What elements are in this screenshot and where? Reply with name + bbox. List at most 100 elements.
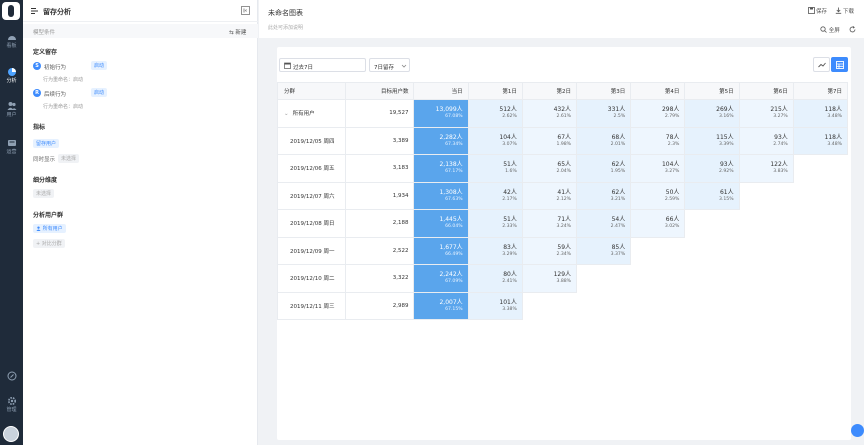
header-day6[interactable]: 第6日	[738, 82, 794, 100]
retention-cell[interactable]: 71人 3.24%	[521, 209, 578, 238]
chart-title[interactable]: 未命名图表	[268, 8, 303, 18]
header-day1[interactable]: 第1日	[467, 82, 523, 100]
chart-description[interactable]: 此处可添加说明	[268, 24, 303, 31]
compare-select[interactable]: 未选择	[58, 154, 80, 163]
retention-count: 1,677人	[439, 243, 463, 251]
retention-cell[interactable]: 1,308人 67.63%	[413, 181, 469, 210]
retention-cell[interactable]: 2,138人 67.17%	[413, 154, 469, 183]
header-target-users[interactable]: 目标用户数	[345, 82, 415, 100]
retention-cell[interactable]: 61人 3.15%	[684, 181, 740, 210]
retention-cell[interactable]: 2,007人 67.15%	[413, 291, 469, 320]
refresh-icon[interactable]	[849, 26, 856, 33]
retention-cell[interactable]: 331人 2.5%	[576, 99, 632, 128]
table-row[interactable]: 2019/12/08 周日 2,188 1,445人 66.04% 51人 2.33% 71…	[276, 209, 849, 238]
retention-cell[interactable]: 215人 3.27%	[738, 99, 794, 128]
retention-cell[interactable]: 42人 2.17%	[467, 181, 523, 210]
retention-cell[interactable]: 68人 2.01%	[576, 126, 632, 155]
retention-cell[interactable]: 115人 3.39%	[684, 126, 740, 155]
retention-cell[interactable]: 85人 3.37%	[576, 236, 632, 265]
retention-cell[interactable]: 2,242人 67.09%	[413, 264, 469, 293]
retention-count: 118人	[824, 133, 842, 141]
nav-item-dashboard[interactable]: 看板	[0, 32, 23, 49]
retention-cell[interactable]: 432人 2.61%	[521, 99, 578, 128]
header-day0[interactable]: 当日	[413, 82, 469, 100]
new-model-button[interactable]: ⇆ 新建	[229, 28, 246, 36]
table-row[interactable]: 2019/12/10 周二 3,322 2,242人 67.09% 80人 2.41% 12…	[276, 264, 849, 293]
retention-cell[interactable]: 66人 3.02%	[630, 209, 686, 238]
retention-cell[interactable]: 80人 2.41%	[467, 264, 523, 293]
add-cohort-button[interactable]: + 对比分群	[33, 239, 65, 248]
nav-item-settings[interactable]: 管理	[0, 396, 23, 413]
table-row[interactable]: 2019/12/05 周四 3,389 2,282人 67.34% 104人 3.07% 6…	[276, 126, 849, 155]
retention-cell[interactable]: 93人 2.92%	[684, 154, 740, 183]
table-view-button[interactable]	[831, 57, 848, 72]
nav-item-operation[interactable]: 运营	[0, 138, 23, 155]
retention-cell[interactable]: 83人 3.29%	[467, 236, 523, 265]
header-day2[interactable]: 第2日	[521, 82, 578, 100]
retention-window-select[interactable]: 7日留存	[369, 58, 410, 72]
retention-cell[interactable]: 67人 1.98%	[521, 126, 578, 155]
save-button[interactable]: 保存	[808, 7, 827, 15]
row-group-cell: 2019/12/08 周日	[276, 209, 347, 238]
retention-cell[interactable]: 1,445人 66.04%	[413, 209, 469, 238]
initial-event-select[interactable]: 启动	[91, 61, 108, 70]
app-logo[interactable]	[2, 2, 20, 20]
nav-item-explore[interactable]	[0, 371, 23, 382]
collapse-panel-icon[interactable]	[241, 6, 250, 15]
retention-cell[interactable]: 93人 2.74%	[738, 126, 794, 155]
help-bubble-icon[interactable]	[851, 424, 864, 437]
retention-cell[interactable]: 118人 3.48%	[792, 126, 849, 155]
header-day3[interactable]: 第3日	[576, 82, 632, 100]
table-row[interactable]: ⌄ 所有用户 19,527 13,099人 67.08% 512人 2.62% 432人 2.6…	[276, 99, 849, 128]
retention-cell[interactable]: 13,099人 67.08%	[413, 99, 469, 128]
retention-cell[interactable]: 54人 2.47%	[576, 209, 632, 238]
retention-cell[interactable]: 51人 2.33%	[467, 209, 523, 238]
header-day7[interactable]: 第7日	[792, 82, 849, 100]
return-rename[interactable]: 行为重命名：启动	[43, 103, 83, 110]
avatar[interactable]	[3, 426, 19, 442]
nav-item-analysis[interactable]: 分析	[0, 67, 23, 84]
retention-cell[interactable]: 298人 2.79%	[630, 99, 686, 128]
retention-cell[interactable]: 2,282人 67.34%	[413, 126, 469, 155]
retention-cell[interactable]: 50人 2.59%	[630, 181, 686, 210]
date-range-picker[interactable]: 过去7日	[279, 58, 366, 72]
fullscreen-button[interactable]: 全屏	[820, 26, 840, 34]
retention-cell[interactable]: 104人 3.27%	[630, 154, 686, 183]
retention-cell[interactable]: 129人 3.88%	[521, 264, 578, 293]
metric-select[interactable]: 留存用户	[33, 139, 60, 148]
retention-cell[interactable]: 78人 2.3%	[630, 126, 686, 155]
retention-cell[interactable]: 41人 2.12%	[521, 181, 578, 210]
nav-item-users[interactable]: 用户	[0, 101, 23, 118]
cohort-select[interactable]: 所有用户	[33, 224, 66, 233]
retention-cell[interactable]: 512人 2.62%	[467, 99, 523, 128]
retention-cell[interactable]: 101人 3.38%	[467, 291, 523, 320]
initial-rename[interactable]: 行为重命名：启动	[43, 76, 83, 83]
table-row[interactable]: 2019/12/06 周五 3,183 2,138人 67.17% 51人 1.6% 65人…	[276, 154, 849, 183]
header-day4[interactable]: 第4日	[630, 82, 686, 100]
expand-chevron-icon[interactable]: ⌄	[284, 111, 289, 117]
retention-cell[interactable]: 65人 2.04%	[521, 154, 578, 183]
table-row[interactable]: 2019/12/11 周三 2,989 2,007人 67.15% 101人 3.38%	[276, 291, 849, 320]
table-row[interactable]: 2019/12/09 周一 2,522 1,677人 66.49% 83人 3.29% 59…	[276, 236, 849, 265]
header-group[interactable]: 分群	[276, 82, 347, 100]
retention-count: 2,007人	[439, 298, 463, 306]
retention-cell[interactable]: 59人 2.34%	[521, 236, 578, 265]
retention-cell[interactable]: 118人 3.48%	[792, 99, 849, 128]
breakdown-select[interactable]: 未选择	[33, 189, 55, 198]
return-event-select[interactable]: 启动	[91, 88, 108, 97]
line-chart-view-button[interactable]	[813, 57, 830, 72]
retention-cell[interactable]: 62人 1.95%	[576, 154, 632, 183]
retention-cell[interactable]: 62人 3.21%	[576, 181, 632, 210]
define-retention-title: 定义留存	[33, 49, 58, 56]
retention-cell[interactable]: 122人 3.83%	[738, 154, 794, 183]
retention-cell[interactable]: 269人 3.16%	[684, 99, 740, 128]
table-row[interactable]: 2019/12/07 周六 1,934 1,308人 67.63% 42人 2.17% 41…	[276, 181, 849, 210]
download-button[interactable]: 下载	[835, 7, 854, 15]
header-day5[interactable]: 第5日	[684, 82, 740, 100]
user-icon	[36, 226, 41, 231]
retention-cell[interactable]: 104人 3.07%	[467, 126, 523, 155]
retention-cell[interactable]: 1,677人 66.49%	[413, 236, 469, 265]
row-group-cell: 2019/12/05 周四	[276, 126, 347, 155]
row-group-cell[interactable]: ⌄ 所有用户	[276, 99, 347, 128]
retention-cell[interactable]: 51人 1.6%	[467, 154, 523, 183]
